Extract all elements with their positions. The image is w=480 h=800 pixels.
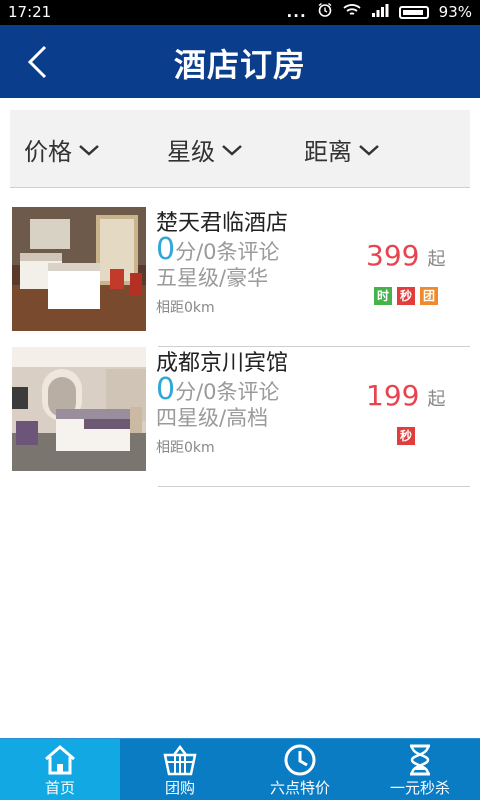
price-suffix: 起 xyxy=(427,389,446,410)
badge-time: 时 xyxy=(374,287,392,305)
filter-bar: 价格 星级 距离 xyxy=(10,110,470,188)
hotel-photo xyxy=(12,347,146,471)
hotel-reviews: 分/0条评论 xyxy=(175,240,280,264)
hotel-item[interactable]: 楚天君临酒店 0分/0条评论 五星级/豪华 相距0km 399 起 时 秒 团 xyxy=(10,207,470,347)
chevron-down-icon xyxy=(359,144,379,156)
chevron-down-icon xyxy=(79,144,99,156)
tab-home[interactable]: 首页 xyxy=(0,739,120,800)
filter-label: 星级 xyxy=(167,138,215,166)
tab-label: 团购 xyxy=(164,779,195,797)
chevron-down-icon xyxy=(222,144,242,156)
page-title: 酒店订房 xyxy=(173,46,306,84)
clock-icon xyxy=(284,744,316,776)
notification-dots: ... xyxy=(286,3,307,21)
tab-six-oclock-deals[interactable]: 六点特价 xyxy=(240,739,360,800)
status-time: 17:21 xyxy=(8,3,52,21)
badge-group: 团 xyxy=(420,287,438,305)
filter-label: 距离 xyxy=(304,138,352,166)
alarm-icon xyxy=(317,2,333,22)
hotel-badges: 时 秒 团 xyxy=(374,287,438,305)
status-bar: 17:21 ... 93% xyxy=(0,0,480,25)
signal-icon xyxy=(371,3,389,21)
price-suffix: 起 xyxy=(427,249,446,270)
tab-group-buy[interactable]: 团购 xyxy=(120,739,240,800)
badge-flash: 秒 xyxy=(397,287,415,305)
battery-percent: 93% xyxy=(438,3,472,21)
hotel-star-level: 五星级/豪华 xyxy=(156,266,269,290)
price-value: 199 xyxy=(366,379,420,412)
badge-flash: 秒 xyxy=(397,427,415,445)
price-value: 399 xyxy=(366,239,420,272)
hourglass-icon xyxy=(410,744,430,776)
hotel-item[interactable]: 成都京川宾馆 0分/0条评论 四星级/高档 相距0km 199 起 秒 xyxy=(10,347,470,487)
home-icon xyxy=(45,745,75,775)
divider xyxy=(158,486,470,487)
tab-label: 一元秒杀 xyxy=(389,779,450,797)
hotel-star-level: 四星级/高档 xyxy=(156,406,269,430)
basket-icon xyxy=(163,744,197,776)
bottom-tab-bar: 首页 团购 六点特价 一元秒杀 xyxy=(0,738,480,800)
filter-star[interactable]: 星级 xyxy=(167,132,243,167)
hotel-price: 399 起 xyxy=(366,239,445,272)
filter-distance[interactable]: 距离 xyxy=(304,132,380,167)
hotel-photo xyxy=(12,207,146,331)
battery-icon xyxy=(398,5,429,19)
filter-label: 价格 xyxy=(24,138,72,166)
tab-one-yuan-flash[interactable]: 一元秒杀 xyxy=(360,739,480,800)
filter-price[interactable]: 价格 xyxy=(24,132,100,167)
tab-label: 首页 xyxy=(44,779,75,797)
hotel-distance: 相距0km xyxy=(156,300,215,316)
hotel-distance: 相距0km xyxy=(156,440,215,456)
wifi-icon xyxy=(343,3,361,21)
app-header: 酒店订房 xyxy=(0,25,480,98)
hotel-price: 199 起 xyxy=(366,379,445,412)
hotel-reviews: 分/0条评论 xyxy=(175,380,280,404)
tab-label: 六点特价 xyxy=(269,779,330,797)
status-icons: ... 93% xyxy=(287,2,472,22)
hotel-badges: 秒 xyxy=(397,427,415,445)
